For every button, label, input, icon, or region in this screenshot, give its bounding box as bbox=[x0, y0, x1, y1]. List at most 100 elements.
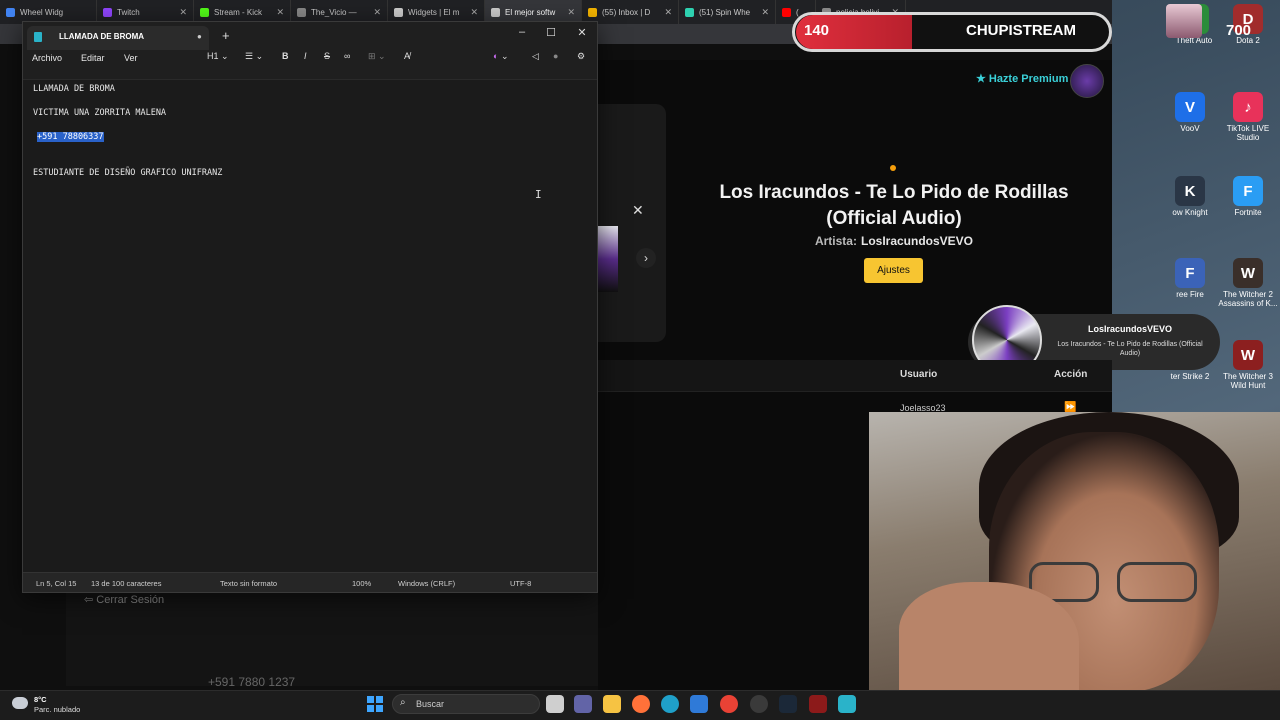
maximize-icon[interactable]: ☐ bbox=[540, 26, 562, 39]
status-line-ending[interactable]: Windows (CRLF) bbox=[398, 579, 455, 588]
webcam-person-hand bbox=[899, 582, 1079, 690]
close-tab-icon[interactable]: ✕ bbox=[761, 7, 769, 18]
copilot-icon[interactable]: ◐ ⌄ bbox=[493, 51, 508, 62]
text-cursor-icon: I bbox=[535, 188, 542, 201]
obs-icon[interactable] bbox=[750, 695, 768, 713]
now-playing-song: Los Iracundos - Te Lo Pido de Rodillas (… bbox=[1057, 341, 1203, 357]
now-playing-artist: LosIracundosVEVO bbox=[1087, 324, 1173, 334]
notepad-tab-title: LLAMADA DE BROMA bbox=[59, 32, 145, 41]
red-app-icon[interactable] bbox=[809, 695, 827, 713]
table-icon[interactable]: ⊞ ⌄ bbox=[368, 51, 386, 62]
status-dot bbox=[890, 165, 896, 171]
gear-icon[interactable]: ⚙ bbox=[577, 51, 585, 62]
desktop-icon-free-fire[interactable]: F ree Fire bbox=[1160, 258, 1220, 299]
heading-select[interactable]: H1 ⌄ bbox=[207, 51, 229, 62]
editor-line: LLAMADA DE BROMA bbox=[33, 84, 115, 94]
editor-line: VICTIMA UNA ZORRITA MALENA bbox=[33, 108, 167, 118]
youtube-icon bbox=[782, 7, 791, 17]
tab-favicon-icon bbox=[491, 7, 500, 17]
tab-favicon-icon bbox=[6, 7, 15, 17]
player-card bbox=[598, 104, 666, 342]
tab-favicon-icon bbox=[394, 7, 403, 17]
desktop-icon-tiktok[interactable]: ♪ TikTok LIVE Studio bbox=[1218, 92, 1278, 142]
link-icon[interactable]: ∞ bbox=[344, 51, 350, 61]
search-placeholder[interactable]: Buscar bbox=[416, 699, 444, 709]
bold-icon[interactable]: B bbox=[282, 51, 289, 61]
strikethrough-icon[interactable]: S bbox=[324, 51, 330, 61]
profile-icon[interactable]: ● bbox=[553, 51, 558, 61]
menu-edit[interactable]: Editar bbox=[81, 53, 105, 63]
steam-icon[interactable] bbox=[779, 695, 797, 713]
stream-name: CHUPISTREAM bbox=[966, 22, 1077, 39]
notepad-menubar bbox=[23, 50, 597, 80]
song-title: Los Iracundos - Te Lo Pido de Rodillas (… bbox=[719, 182, 1069, 229]
status-format[interactable]: Texto sin formato bbox=[220, 579, 277, 588]
minimize-icon[interactable]: – bbox=[511, 26, 533, 38]
italic-icon[interactable]: I bbox=[304, 51, 307, 61]
close-tab-icon[interactable]: ✕ bbox=[664, 7, 672, 18]
task-view-icon[interactable] bbox=[546, 695, 564, 713]
close-tab-icon[interactable]: ✕ bbox=[179, 7, 187, 18]
notepad-icon bbox=[34, 32, 42, 42]
search-icon: ⌕ bbox=[400, 697, 406, 708]
close-tab-icon[interactable]: ✕ bbox=[567, 7, 575, 18]
megaphone-icon[interactable]: ◁ bbox=[532, 51, 539, 62]
witcher3-icon: W bbox=[1233, 340, 1263, 370]
weather-description[interactable]: Parc. nublado bbox=[34, 705, 80, 714]
file-explorer-icon[interactable] bbox=[603, 695, 621, 713]
desktop-icon-hollow-knight[interactable]: K ow Knight bbox=[1160, 176, 1220, 217]
voov-icon: V bbox=[1175, 92, 1205, 122]
video-thumbnail[interactable] bbox=[598, 226, 618, 292]
next-arrow-icon[interactable]: › bbox=[636, 248, 656, 268]
desktop-icon-witcher2[interactable]: W The Witcher 2 Assassins of K... bbox=[1218, 258, 1278, 308]
desktop-icon-fortnite[interactable]: F Fortnite bbox=[1218, 176, 1278, 217]
list-button[interactable]: ☰ ⌄ bbox=[245, 51, 263, 62]
stream-counter-left: 140 bbox=[804, 22, 830, 39]
close-tab-icon[interactable]: ✕ bbox=[470, 7, 478, 18]
webcam-glasses-right bbox=[1117, 562, 1197, 602]
menu-view[interactable]: Ver bbox=[124, 53, 138, 63]
free-fire-icon: F bbox=[1175, 258, 1205, 288]
notepad-taskbar-icon[interactable] bbox=[838, 695, 856, 713]
close-icon[interactable]: ✕ bbox=[632, 202, 644, 219]
close-tab-icon[interactable]: ✕ bbox=[373, 7, 381, 18]
clear-formatting-icon[interactable]: A̸ bbox=[404, 51, 410, 61]
selected-text: +591 78806337 bbox=[37, 132, 104, 142]
column-action: Acción bbox=[1054, 369, 1088, 380]
premium-link[interactable]: ★ Hazte Premium bbox=[976, 72, 1068, 85]
queue-table-header bbox=[598, 360, 1112, 392]
notepad-editor[interactable]: LLAMADA DE BROMA VICTIMA UNA ZORRITA MAL… bbox=[23, 80, 597, 572]
settings-button[interactable]: Ajustes bbox=[864, 258, 923, 283]
unsaved-indicator[interactable]: ● bbox=[197, 32, 202, 41]
logout-link[interactable]: ⇦ Cerrar Sesión bbox=[84, 593, 164, 606]
artist-row: Artista: LosIracundosVEVO bbox=[814, 234, 974, 248]
close-window-icon[interactable]: ✕ bbox=[571, 26, 593, 39]
witcher2-icon: W bbox=[1233, 258, 1263, 288]
hollow-knight-icon: K bbox=[1175, 176, 1205, 206]
teams-icon[interactable] bbox=[574, 695, 592, 713]
chrome-icon[interactable] bbox=[720, 695, 738, 713]
tab-favicon-icon bbox=[297, 7, 306, 17]
editor-line-selected: +591 78806337 bbox=[37, 132, 104, 142]
mail-icon bbox=[588, 7, 597, 17]
cloud-icon[interactable] bbox=[12, 697, 28, 709]
site-logo[interactable] bbox=[1070, 64, 1104, 98]
browser-tab[interactable]: (51) Spin Whe ✕ bbox=[679, 0, 776, 24]
status-encoding[interactable]: UTF-8 bbox=[510, 579, 531, 588]
status-zoom[interactable]: 100% bbox=[352, 579, 371, 588]
star-icon: ★ bbox=[976, 73, 986, 85]
menu-file[interactable]: Archivo bbox=[32, 53, 62, 63]
desktop-icon-witcher3[interactable]: W The Witcher 3 Wild Hunt bbox=[1218, 340, 1278, 390]
tab-favicon-icon bbox=[685, 7, 694, 17]
windows-start-icon[interactable] bbox=[367, 696, 383, 712]
firefox-icon[interactable] bbox=[632, 695, 650, 713]
new-tab-icon[interactable]: + bbox=[222, 28, 230, 43]
weather-temperature[interactable]: 8°C bbox=[34, 695, 47, 704]
taskbar-search[interactable] bbox=[392, 694, 540, 714]
mail-icon[interactable] bbox=[690, 695, 708, 713]
desktop-icon-voov[interactable]: V VooV bbox=[1160, 92, 1220, 133]
close-tab-icon[interactable]: ✕ bbox=[276, 7, 284, 18]
column-user: Usuario bbox=[900, 369, 938, 380]
stream-counter-right: 700 bbox=[1226, 22, 1252, 39]
edge-icon[interactable] bbox=[661, 695, 679, 713]
